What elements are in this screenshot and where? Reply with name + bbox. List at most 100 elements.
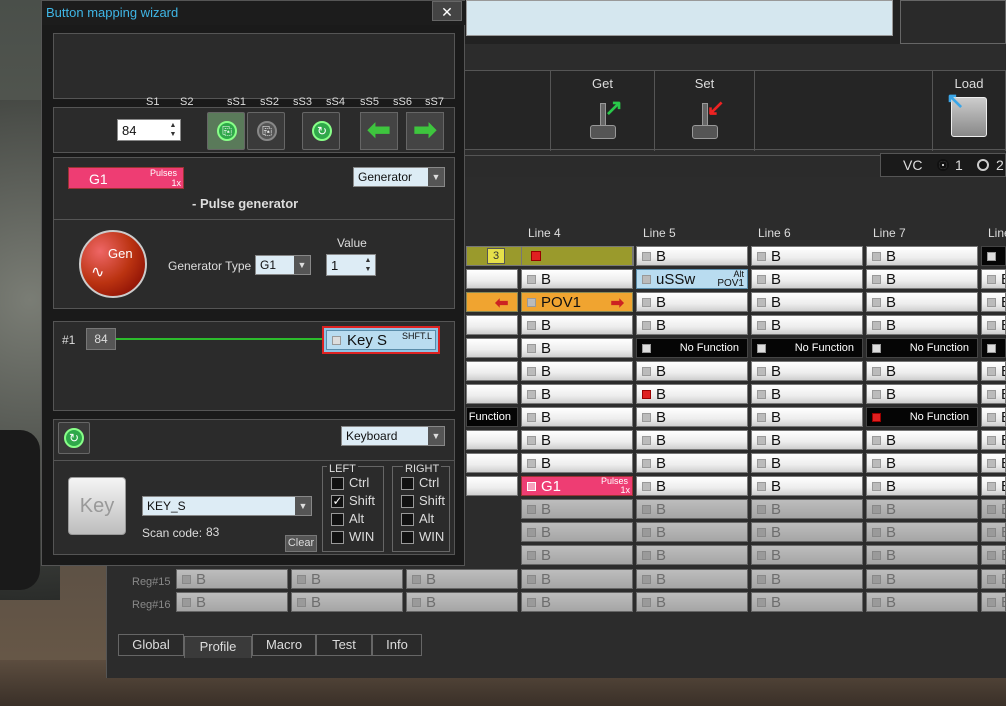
reg16-line1[interactable]: B (176, 592, 288, 612)
cell-row2-line5[interactable]: uSSw Alt POV1 (636, 269, 748, 289)
left-shift-checkbox[interactable]: ✓ (331, 495, 344, 508)
cell-row13-line5[interactable]: B (636, 522, 748, 542)
previous-button[interactable]: ⬅ (360, 112, 398, 150)
cell-row8-line5[interactable]: B (636, 407, 748, 427)
right-alt-checkbox[interactable] (401, 513, 414, 526)
category-dropdown[interactable]: Generator ▼ (353, 167, 445, 187)
cell-row16-line5[interactable]: B (636, 592, 748, 612)
cell-row8-line8[interactable]: B (981, 407, 1006, 427)
cell-row6-line8[interactable]: B (981, 361, 1006, 381)
cell-row8-line6[interactable]: B (751, 407, 863, 427)
cell-row14-line5[interactable]: B (636, 545, 748, 565)
left-alt-checkbox[interactable] (331, 513, 344, 526)
cell-row1-line4[interactable] (521, 246, 633, 266)
cell-row1-line6[interactable]: B (751, 246, 863, 266)
paste-button[interactable]: ⎘ (247, 112, 285, 150)
cell-row9-line4[interactable]: B (521, 430, 633, 450)
spinner-arrows-icon[interactable]: ▲ ▼ (168, 121, 178, 139)
right-win-checkbox[interactable] (401, 531, 414, 544)
cell-row9-line7[interactable]: B (866, 430, 978, 450)
copy-button[interactable]: ⎘ (207, 112, 245, 150)
right-shift-checkbox[interactable] (401, 495, 414, 508)
cell-row16-line8[interactable]: B (981, 592, 1006, 612)
cell-row7-line5[interactable]: B (636, 384, 748, 404)
left-win-checkbox[interactable] (331, 531, 344, 544)
cell-row7-line6[interactable]: B (751, 384, 863, 404)
cell-row4-line8[interactable]: B (981, 315, 1006, 335)
cell-row5-line8[interactable] (981, 338, 1006, 358)
cell-row9-line6[interactable]: B (751, 430, 863, 450)
cell-row10-line7[interactable]: B (866, 453, 978, 473)
cell-row6-line5[interactable]: B (636, 361, 748, 381)
load-button[interactable]: Load ↖ (932, 71, 1006, 151)
cell-row3-line8[interactable]: B (981, 292, 1006, 312)
cell-row6-line4[interactable]: B (521, 361, 633, 381)
cell-row9-line3[interactable] (466, 430, 518, 450)
right-ctrl-checkbox[interactable] (401, 477, 414, 490)
cell-row13-line6[interactable]: B (751, 522, 863, 542)
cell-row15-line7[interactable]: B (866, 569, 978, 589)
button-number-input[interactable]: 84 ▲ ▼ (117, 119, 181, 141)
cell-row12-line6[interactable]: B (751, 499, 863, 519)
output-reset-button[interactable]: ↻ (58, 422, 90, 454)
output-category-dropdown[interactable]: Keyboard ▼ (341, 426, 445, 446)
cell-row10-line8[interactable]: B (981, 453, 1006, 473)
cell-row15-line6[interactable]: B (751, 569, 863, 589)
cell-row2-line7[interactable]: B (866, 269, 978, 289)
cell-row4-line5[interactable]: B (636, 315, 748, 335)
cell-row4-line7[interactable]: B (866, 315, 978, 335)
clear-button[interactable]: Clear (285, 535, 317, 552)
cell-row5-line3[interactable] (466, 338, 518, 358)
cell-row10-line4[interactable]: B (521, 453, 633, 473)
set-button[interactable]: Set ↙ (654, 71, 754, 151)
cell-row3-line7[interactable]: B (866, 292, 978, 312)
cell-row3-line4[interactable]: POV1 ➡ (521, 292, 633, 312)
cell-row14-line4[interactable]: B (521, 545, 633, 565)
tab-profile[interactable]: Profile (184, 636, 252, 658)
cell-row10-line6[interactable]: B (751, 453, 863, 473)
reg16-line2[interactable]: B (291, 592, 403, 612)
cell-row5-line4[interactable]: B (521, 338, 633, 358)
value-input[interactable]: 1 ▲ ▼ (326, 254, 376, 276)
cell-row11-line3[interactable] (466, 476, 518, 496)
cell-row11-line6[interactable]: B (751, 476, 863, 496)
cell-row12-line8[interactable]: B (981, 499, 1006, 519)
cell-row2-line6[interactable]: B (751, 269, 863, 289)
cell-row4-line4[interactable]: B (521, 315, 633, 335)
vc-2-radio[interactable] (977, 159, 989, 171)
cell-row3-line6[interactable]: B (751, 292, 863, 312)
cell-row15-line4[interactable]: B (521, 569, 633, 589)
key-dropdown[interactable]: KEY_S ▼ (142, 496, 312, 516)
close-button[interactable]: ✕ (432, 1, 462, 21)
cell-row3-line5[interactable]: B (636, 292, 748, 312)
generator-chip[interactable]: G1 Pulses 1x (68, 167, 184, 189)
generator-type-dropdown[interactable]: G1 ▼ (255, 255, 311, 275)
tab-test[interactable]: Test (316, 634, 372, 656)
reset-button[interactable]: ↻ (302, 112, 340, 150)
cell-row14-line7[interactable]: B (866, 545, 978, 565)
cell-row12-line4[interactable]: B (521, 499, 633, 519)
cell-row15-line5[interactable]: B (636, 569, 748, 589)
cell-row10-line3[interactable] (466, 453, 518, 473)
cell-row16-line6[interactable]: B (751, 592, 863, 612)
cell-row6-line6[interactable]: B (751, 361, 863, 381)
get-button[interactable]: Get ↗ (550, 71, 654, 151)
cell-row4-line6[interactable]: B (751, 315, 863, 335)
cell-row8-line4[interactable]: B (521, 407, 633, 427)
cell-row8-line7[interactable]: No Function (866, 407, 978, 427)
cell-row1-line8[interactable] (981, 246, 1006, 266)
key-action-chip[interactable]: Key S SHFT.L (322, 326, 440, 354)
cell-row5-line6[interactable]: No Function (751, 338, 863, 358)
cell-row11-line8[interactable]: B (981, 476, 1006, 496)
cell-row11-line7[interactable]: B (866, 476, 978, 496)
tab-macro[interactable]: Macro (252, 634, 316, 656)
reg15-line3[interactable]: B (406, 569, 518, 589)
cell-row7-line3[interactable] (466, 384, 518, 404)
cell-row5-line7[interactable]: No Function (866, 338, 978, 358)
cell-row2-line4[interactable]: B (521, 269, 633, 289)
cell-row6-line7[interactable]: B (866, 361, 978, 381)
cell-row1-line7[interactable]: B (866, 246, 978, 266)
cell-row13-line7[interactable]: B (866, 522, 978, 542)
cell-row14-line6[interactable]: B (751, 545, 863, 565)
cell-row6-line3[interactable] (466, 361, 518, 381)
